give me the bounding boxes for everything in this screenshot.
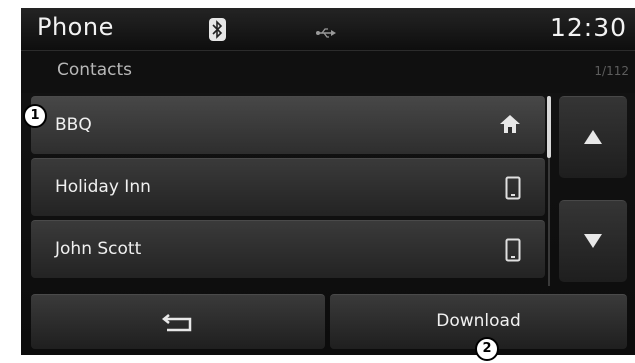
phone-screen: Phone 12:30 Contacts 1/112 BBQ Holiday I…	[21, 8, 635, 355]
status-bar: Phone 12:30	[21, 8, 635, 51]
arrow-down-icon	[584, 234, 602, 248]
contact-row[interactable]: Holiday Inn	[31, 158, 545, 216]
list-header: Contacts 1/112	[21, 51, 635, 93]
back-button[interactable]	[31, 294, 325, 349]
back-icon	[161, 314, 192, 332]
contact-name: BBQ	[55, 115, 92, 135]
mobile-icon	[505, 238, 521, 266]
usb-icon	[315, 24, 337, 43]
bluetooth-icon	[209, 18, 226, 41]
mobile-icon	[505, 176, 521, 204]
contact-row[interactable]: BBQ	[31, 96, 545, 154]
callout-1: 1	[23, 104, 47, 128]
download-label: Download	[436, 311, 521, 331]
contact-name: Holiday Inn	[55, 177, 151, 197]
page-count: 1/112	[594, 64, 629, 78]
callout-2: 2	[475, 337, 499, 361]
app-title: Phone	[37, 13, 114, 41]
home-icon	[499, 114, 521, 138]
list-title: Contacts	[57, 60, 132, 80]
contact-row[interactable]: John Scott	[31, 220, 545, 278]
scroll-down-button[interactable]	[559, 200, 627, 282]
contact-name: John Scott	[55, 239, 142, 259]
arrow-up-icon	[584, 130, 602, 144]
clock: 12:30	[549, 13, 627, 42]
scroll-thumb[interactable]	[547, 96, 551, 158]
scroll-up-button[interactable]	[559, 96, 627, 178]
